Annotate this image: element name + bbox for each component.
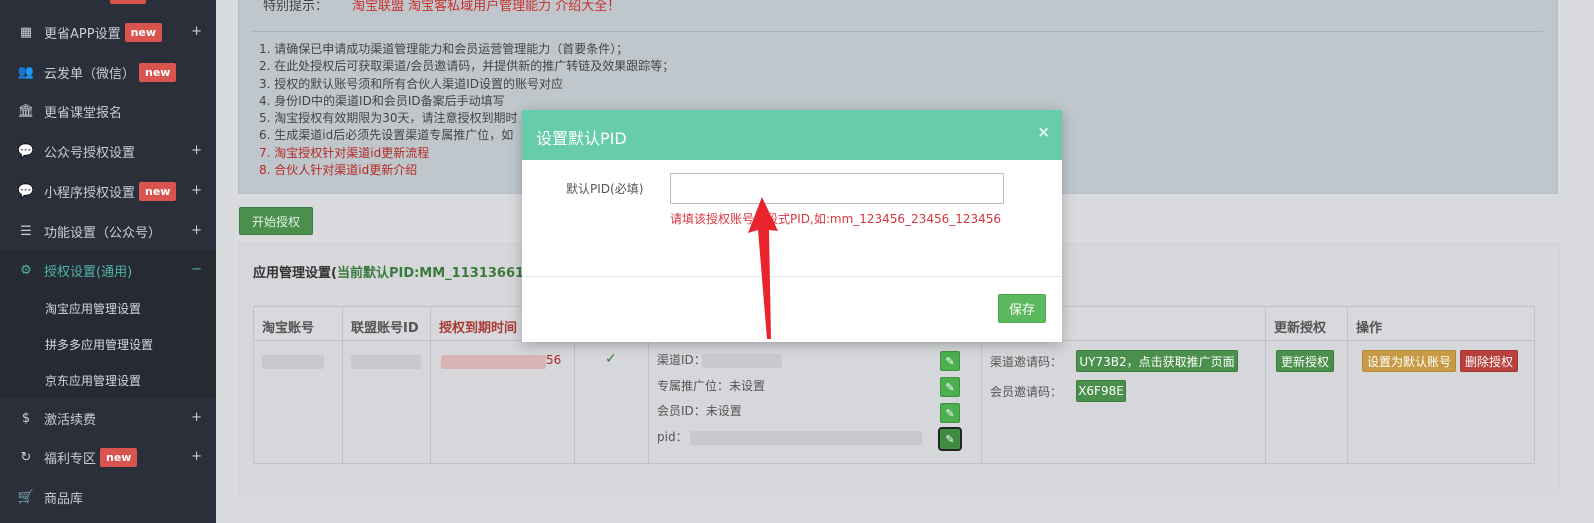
sidebar-item-feature-settings[interactable]: ☰ 功能设置（公众号） + — [0, 211, 216, 251]
edit-icon: ✎ — [945, 432, 955, 446]
member-code-badge: X6F98E — [1076, 380, 1126, 402]
collapse-icon: − — [191, 262, 202, 277]
cart-icon: 🛒 — [17, 489, 35, 505]
redacted-pid — [690, 431, 922, 445]
sidebar-item-official-account[interactable]: 💬 公众号授权设置 + — [0, 131, 216, 171]
sidebar-item-welfare[interactable]: ↻ 福利专区 new + — [0, 437, 216, 477]
gear-icon: ⚙ — [20, 262, 32, 278]
bank-icon: 🏛 — [17, 103, 35, 119]
sidebar-item-mini-program[interactable]: 💬 小程序授权设置 new + — [0, 171, 216, 211]
sidebar-item-label: 商品库 — [44, 491, 84, 507]
header-expire-time: 授权到期时间 — [439, 321, 518, 336]
sidebar-item-label: 小程序授权设置 — [44, 185, 136, 201]
divider — [522, 276, 1062, 277]
new-badge: new — [139, 62, 177, 82]
sidebar-item-app-settings[interactable]: ▦ 更省APP设置 new + — [0, 12, 216, 52]
pid-label: pid： — [657, 430, 688, 444]
check-icon: ✓ — [605, 351, 617, 367]
header-taobao-account: 淘宝账号 — [262, 321, 315, 336]
sidebar-item-label: 授权设置(通用) — [44, 264, 133, 280]
refresh-icon: ↻ — [20, 449, 32, 465]
header-alliance-id: 联盟账号ID — [351, 321, 419, 336]
redacted-account — [262, 355, 324, 369]
sidebar-item-label: 福利专区 — [44, 451, 97, 467]
slot-label: 专属推广位：未设置 — [657, 379, 766, 393]
edit-icon: ✎ — [945, 380, 955, 394]
sidebar-item-label: 更省APP设置 — [44, 26, 121, 42]
sidebar-item-product-library[interactable]: 🛒 商品库 — [0, 477, 216, 517]
expand-icon: + — [191, 24, 202, 39]
sidebar-item-class-signup[interactable]: 🏛 更省课堂报名 — [0, 91, 216, 131]
pid-help-text: 请填该授权账号三段式PID,如:mm_123456_23456_123456 — [670, 212, 1002, 226]
delete-auth-button[interactable]: 删除授权 — [1460, 350, 1518, 372]
sidebar-item-renewal[interactable]: $ 激活续费 + — [0, 398, 216, 438]
sidebar-item-label: 功能设置（公众号） — [44, 225, 162, 241]
panel-title: 应用管理设置(当前默认PID:MM_113136616_46 — [253, 266, 558, 281]
expand-icon: + — [191, 410, 202, 425]
modal-title: 设置默认PID — [536, 129, 627, 148]
divider — [253, 31, 1543, 32]
sidebar-subitem-taobao[interactable]: 淘宝应用管理设置 — [0, 290, 216, 326]
pid-field-label: 默认PID(必填) — [566, 182, 644, 196]
redacted-channel-id — [702, 354, 782, 368]
save-button[interactable]: 保存 — [998, 294, 1046, 323]
expand-icon: + — [191, 223, 202, 238]
modal-header: 设置默认PID × — [522, 110, 1062, 160]
sidebar-subitem-jd[interactable]: 京东应用管理设置 — [0, 362, 216, 398]
edit-icon: ✎ — [945, 354, 955, 368]
tips-intro-link[interactable]: 淘宝联盟 淘宝客私域用户管理能力 介绍大全！ — [352, 0, 620, 14]
sidebar-subitem-pinduoduo[interactable]: 拼多多应用管理设置 — [0, 326, 216, 362]
pid-input[interactable] — [670, 173, 1004, 204]
edit-slot-button[interactable]: ✎ — [940, 377, 960, 397]
new-badge: new — [100, 447, 138, 467]
dollar-icon: $ — [21, 410, 31, 426]
start-auth-button[interactable]: 开始授权 — [239, 207, 313, 235]
users-icon: 👥 — [17, 64, 35, 80]
header-actions: 操作 — [1356, 321, 1383, 336]
close-icon[interactable]: × — [1037, 123, 1050, 141]
update-auth-button[interactable]: 更新授权 — [1276, 350, 1334, 372]
edit-icon: ✎ — [945, 406, 955, 420]
sidebar-item-label: 激活续费 — [44, 412, 97, 428]
channel-id-label: 渠道ID： — [657, 353, 706, 367]
sidebar-item-label: 更省课堂报名 — [44, 105, 123, 121]
new-badge: new — [124, 22, 163, 42]
chat-icon: 💬 — [17, 183, 35, 199]
expand-icon: + — [191, 449, 202, 464]
tips-title: 特别提示： 淘宝联盟 淘宝客私域用户管理能力 介绍大全！ — [263, 0, 621, 14]
expand-icon: + — [191, 143, 202, 158]
header-update-auth: 更新授权 — [1274, 321, 1327, 336]
set-default-pid-modal: 设置默认PID × 默认PID(必填) 请填该授权账号三段式PID,如:mm_1… — [522, 110, 1062, 342]
edit-pid-button[interactable]: ✎ — [938, 427, 962, 451]
expand-icon: + — [191, 183, 202, 198]
channel-code-button[interactable]: UY73B2，点击获取推广页面 — [1076, 350, 1238, 372]
windows-icon: ▦ — [19, 24, 33, 40]
arrow-shape — [748, 197, 778, 339]
sidebar-item-label: 公众号授权设置 — [44, 145, 136, 161]
annotation-arrow-icon — [748, 197, 778, 339]
edit-member-id-button[interactable]: ✎ — [940, 403, 960, 423]
chat-icon: 💬 — [17, 143, 35, 159]
channel-code-label: 渠道邀请码： — [990, 355, 1063, 369]
edit-channel-id-button[interactable]: ✎ — [940, 351, 960, 371]
set-default-button[interactable]: 设置为默认账号 — [1362, 350, 1456, 372]
sidebar: ▦ 更省APP设置 new + 👥 云发单（微信） new 🏛 更省课堂报名 💬… — [0, 0, 216, 523]
redacted-alliance-id — [351, 355, 421, 369]
expire-suffix: 56 — [546, 353, 562, 367]
sidebar-item-cloud-send[interactable]: 👥 云发单（微信） new — [0, 52, 216, 92]
redacted-expire — [441, 355, 546, 369]
sidebar-item-label: 云发单（微信） — [44, 66, 136, 82]
sidebar-item-auth-settings[interactable]: ⚙ 授权设置(通用) − — [0, 250, 216, 290]
member-code-label: 会员邀请码： — [990, 385, 1063, 399]
clipped-badge — [110, 0, 146, 4]
member-id-label: 会员ID：未设置 — [657, 404, 742, 418]
tasks-icon: ☰ — [20, 223, 32, 239]
new-badge: new — [139, 181, 177, 201]
